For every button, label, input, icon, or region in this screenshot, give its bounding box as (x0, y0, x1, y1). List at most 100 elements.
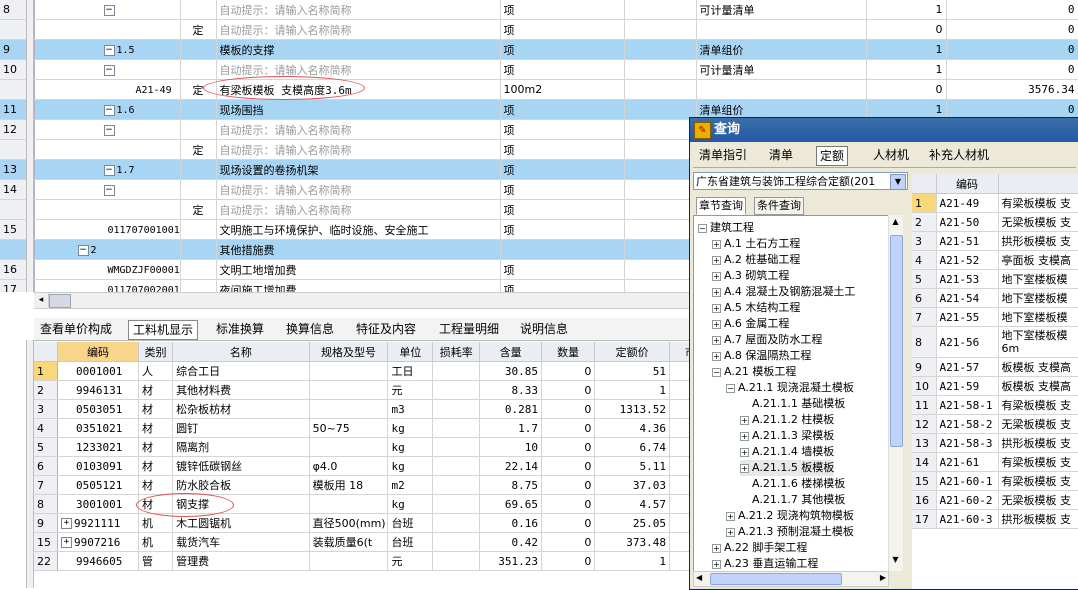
tree-vertical-scrollbar[interactable]: ▲ ▼ (888, 215, 903, 571)
tree-node[interactable]: + A.6 金属工程 (712, 316, 789, 332)
expand-icon[interactable]: + (712, 319, 721, 329)
table-row[interactable]: 6 0103091 材镀锌低碳钢丝 φ4.0 kg 22.14 0 5.11 (34, 456, 690, 476)
col-header[interactable]: 单位 (387, 342, 434, 362)
collapse-icon[interactable]: − (103, 124, 115, 136)
scroll-right-icon[interactable]: ▶ (880, 573, 886, 582)
table-row[interactable]: 15+9907216机载货汽车装载质量6(t台班0.420373.4837 (34, 532, 690, 552)
expand-icon[interactable]: + (712, 543, 721, 553)
table-row[interactable]: 15 A21-60-1 有梁板模板 支 (912, 471, 1078, 491)
name-cell[interactable]: 其他措施费 (216, 239, 501, 260)
name-cell[interactable]: 自动提示：请输入名称简称 (216, 139, 501, 160)
table-row[interactable]: 9−1.5 模板的支撑项清单组价 1 0 (0, 39, 1078, 60)
scroll-up-icon[interactable]: ▲ (890, 217, 901, 229)
name-cell[interactable]: 自动提示：请输入名称简称 (216, 19, 501, 40)
query-titlebar[interactable]: ✎ 查询 (690, 118, 1078, 142)
tree-node[interactable]: + A.4 混凝土及钢筋混凝土工 (712, 284, 855, 300)
table-row[interactable]: 11 A21-58-1 有梁板模板 支 (912, 395, 1078, 415)
tab-chapter-search[interactable]: 章节查询 (696, 197, 746, 215)
expand-icon[interactable]: + (712, 287, 721, 297)
table-row[interactable]: 7 0505121 材防水胶合板模板用 18m2 8.75037.033 (34, 475, 690, 495)
collapse-icon[interactable]: − (712, 367, 721, 377)
col-header[interactable]: 类别 (138, 342, 174, 362)
collapse-icon[interactable]: − (698, 223, 707, 233)
table-row[interactable]: 5 A21-53 地下室楼板模 (912, 269, 1078, 289)
query-window[interactable]: ✎ 查询 清单指引 清单 定额 人材机 补充人材机 广东省建筑与装饰工程综合定额… (689, 117, 1078, 590)
tab-unit-price[interactable]: 查看单价构成 (36, 320, 116, 338)
table-row[interactable]: 8− 自动提示：请输入名称简称项可计量清单 1 0 (0, 0, 1078, 20)
scroll-thumb[interactable] (890, 235, 903, 447)
scroll-thumb[interactable] (49, 294, 71, 308)
name-cell[interactable]: 自动提示：请输入名称简称 (216, 119, 501, 140)
table-row[interactable]: 5 1233021 材隔离剂 kg 10 0 6.74 (34, 437, 690, 457)
scroll-left-icon[interactable]: ◂ (34, 293, 49, 307)
table-row[interactable]: 2 A21-50 无梁板模板 支 (912, 212, 1078, 232)
tab-conversion-info[interactable]: 换算信息 (282, 320, 338, 338)
tree-node[interactable]: + A.1 土石方工程 (712, 236, 800, 252)
table-row[interactable]: 7 A21-55 地下室楼板模 (912, 307, 1078, 327)
tree-node[interactable]: A.21.1.7 其他模板 (740, 492, 845, 508)
expand-icon[interactable]: + (740, 415, 749, 425)
expand-icon[interactable]: + (726, 527, 735, 537)
table-row[interactable]: 1 A21-49 有梁板模板 支 (912, 193, 1078, 213)
tab-condition-search[interactable]: 条件查询 (754, 197, 804, 215)
col-header[interactable]: 规格及型号 (309, 342, 389, 362)
tree-node[interactable]: + A.21.1.2 柱模板 (740, 412, 834, 428)
table-row[interactable]: 2 9946131 材其他材料费 元 8.33 0 1 (34, 380, 690, 400)
table-row[interactable]: 3 0503051 材松杂板枋材 m3 0.28101313.52131 (34, 399, 690, 419)
collapse-icon[interactable]: − (103, 4, 115, 16)
tree-node[interactable]: + A.3 砌筑工程 (712, 268, 789, 284)
name-cell[interactable]: 模板的支撑 (216, 39, 501, 60)
tree-node[interactable]: + A.22 脚手架工程 (712, 540, 807, 556)
tree-node[interactable]: A.21.1.6 楼梯模板 (740, 476, 845, 492)
table-row[interactable]: 9+9921111机木工圆锯机直径500(mm)台班0.16025.052 (34, 513, 690, 533)
labor-material-grid[interactable]: 编码 类别 名称 规格及型号 单位 损耗率 含量 数量 定额价 市场价 1000… (34, 342, 690, 588)
tree-node[interactable]: + A.8 保温隔热工程 (712, 348, 811, 364)
tab-description[interactable]: 说明信息 (516, 320, 572, 338)
table-row[interactable]: 13 A21-58-3 拱形板模板 支 (912, 433, 1078, 453)
table-row[interactable]: 12 A21-58-2 无梁板模板 支 (912, 414, 1078, 434)
expand-icon[interactable]: + (726, 511, 735, 521)
table-row[interactable]: 17 A21-60-3 拱形板模板 支 (912, 509, 1078, 529)
expand-icon[interactable]: + (60, 537, 72, 548)
col-header[interactable]: 编码 (57, 342, 139, 362)
name-cell[interactable]: 夜间施工增加费 (216, 279, 501, 292)
tab-labor-material[interactable]: 工料机显示 (128, 320, 199, 340)
table-row[interactable]: 14 A21-61 有梁板模板 支 (912, 452, 1078, 472)
splitter-gutter[interactable] (26, 0, 34, 292)
expand-icon[interactable]: + (712, 335, 721, 345)
expand-icon[interactable]: + (740, 463, 749, 473)
chapter-tree[interactable]: − 建筑工程 + A.1 土石方工程 + A.2 桩基础工程 + A.3 砌筑工程 + A.4 混… (693, 215, 889, 573)
name-cell[interactable]: 现场设置的卷扬机架 (216, 159, 501, 180)
collapse-icon[interactable]: − (103, 64, 115, 76)
tab-supplementary[interactable]: 补充人材机 (926, 146, 992, 164)
collapse-icon[interactable]: − (103, 104, 115, 116)
name-cell[interactable]: 自动提示：请输入名称简称 (216, 179, 501, 200)
tree-node[interactable]: + A.21.1.3 梁模板 (740, 428, 834, 444)
scroll-left-icon[interactable]: ◀ (696, 573, 702, 582)
name-cell[interactable]: 自动提示：请输入名称简称 (216, 199, 501, 220)
col-header[interactable]: 损耗率 (432, 342, 481, 362)
table-row[interactable]: A21-49 定有梁板模板 支模高度3.6m 100m2 0 3576.34 (0, 79, 1078, 100)
tree-node[interactable]: + A.5 木结构工程 (712, 300, 800, 316)
tree-node[interactable]: + A.21.3 预制混凝土模板 (726, 524, 854, 540)
tree-horizontal-scrollbar[interactable]: ◀ ▶ (693, 571, 889, 587)
expand-icon[interactable]: + (712, 271, 721, 281)
table-row[interactable]: 16 A21-60-2 无梁板模板 支 (912, 490, 1078, 510)
table-row[interactable]: 9 A21-57 板模板 支模高 (912, 357, 1078, 377)
quota-grid[interactable]: 编码 1 A21-49 有梁板模板 支 2 A21-50 无梁板模板 支 3 A21-51 拱形… (912, 174, 1078, 589)
table-row[interactable]: 3 A21-51 拱形板模板 支 (912, 231, 1078, 251)
name-cell[interactable]: 自动提示：请输入名称简称 (216, 0, 501, 20)
table-row[interactable]: 22 9946605 管管理费 元 351.23 0 1 (34, 551, 690, 571)
col-header[interactable]: 名称 (172, 342, 310, 362)
tree-node[interactable]: + A.21.2 现浇构筑物模板 (726, 508, 854, 524)
tab-quota[interactable]: 定额 (816, 146, 849, 166)
expand-icon[interactable]: + (740, 431, 749, 441)
horizontal-scrollbar[interactable]: ◂ (34, 292, 690, 309)
col-header[interactable]: 定额价 (594, 342, 670, 362)
tab-labor-material-machine[interactable]: 人材机 (870, 146, 912, 164)
tree-node[interactable]: + A.21.1.5 板模板 (740, 460, 835, 476)
tab-list[interactable]: 清单 (766, 146, 796, 164)
expand-icon[interactable]: + (712, 239, 721, 249)
expand-icon[interactable]: + (712, 559, 721, 569)
table-row[interactable]: 8 A21-56 地下室楼板模 6m (912, 326, 1078, 358)
